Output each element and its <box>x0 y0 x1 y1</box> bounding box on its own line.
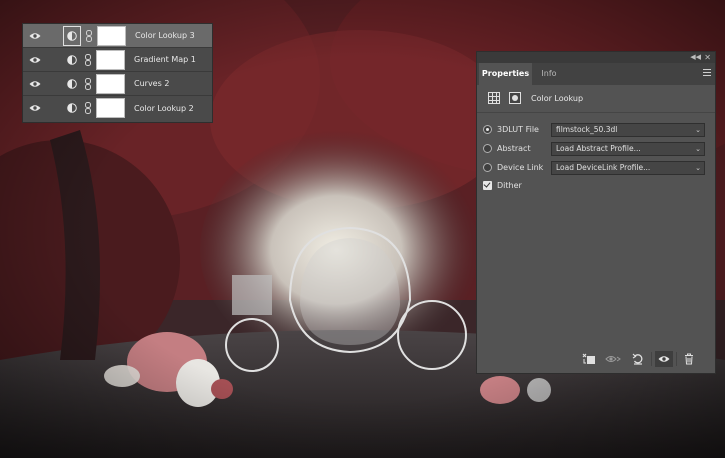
select-value: Load Abstract Profile... <box>556 144 641 153</box>
trash-icon[interactable] <box>680 351 698 367</box>
tab-bar: Properties Info <box>477 63 715 85</box>
visibility-eye-icon[interactable] <box>26 48 44 72</box>
option-label[interactable]: Dither <box>497 178 522 194</box>
chevron-down-icon: ⌄ <box>695 145 701 153</box>
adjustment-grid-icon[interactable] <box>488 92 500 104</box>
link-chain-icon[interactable] <box>83 53 93 66</box>
properties-panel: ◀◀ ✕ Properties Info Color Lookup 3DLUT … <box>476 51 716 374</box>
adjustment-circle-icon[interactable] <box>64 72 80 96</box>
radio-abstract[interactable] <box>483 144 492 153</box>
close-icon[interactable]: ✕ <box>704 52 711 63</box>
layers-panel: Color Lookup 3 Gradient Map 1 Curves 2 C… <box>22 23 213 123</box>
radio-3dlut-file[interactable] <box>483 125 492 134</box>
option-3dlut-file[interactable]: 3DLUT File filmstock_50.3dl ⌄ <box>483 122 709 138</box>
chevron-down-icon: ⌄ <box>695 126 701 134</box>
layer-row[interactable]: Color Lookup 2 <box>23 96 212 120</box>
adjustment-circle-icon[interactable] <box>63 25 81 46</box>
properties-title: Color Lookup <box>531 94 584 103</box>
adjustment-circle-icon[interactable] <box>64 48 80 72</box>
view-previous-state-icon[interactable] <box>604 351 622 367</box>
properties-bottom-bar <box>477 346 715 373</box>
option-abstract[interactable]: Abstract Load Abstract Profile... ⌄ <box>483 141 709 157</box>
select-value: Load DeviceLink Profile... <box>556 163 651 172</box>
layer-mask-thumbnail[interactable] <box>96 49 125 70</box>
option-label[interactable]: Abstract <box>497 141 531 157</box>
panel-menu-icon[interactable] <box>703 69 711 78</box>
mask-icon[interactable] <box>509 92 521 104</box>
visibility-eye-icon[interactable] <box>26 72 44 96</box>
tab-properties[interactable]: Properties <box>479 63 532 85</box>
panel-title-bar[interactable]: ◀◀ ✕ <box>477 52 715 63</box>
visibility-eye-icon[interactable] <box>26 96 44 120</box>
reset-icon[interactable] <box>629 351 647 367</box>
layer-name[interactable]: Gradient Map 1 <box>134 55 196 64</box>
collapse-panel-icon[interactable]: ◀◀ <box>690 52 701 63</box>
properties-header: Color Lookup <box>477 85 715 113</box>
layer-row[interactable]: Gradient Map 1 <box>23 48 212 72</box>
radio-device-link[interactable] <box>483 163 492 172</box>
layer-mask-thumbnail[interactable] <box>96 98 125 118</box>
abstract-profile-select[interactable]: Load Abstract Profile... ⌄ <box>551 142 705 156</box>
tab-info[interactable]: Info <box>534 63 564 85</box>
layer-mask-thumbnail[interactable] <box>97 25 126 46</box>
layer-name[interactable]: Color Lookup 2 <box>134 104 194 113</box>
link-chain-icon[interactable] <box>84 29 94 42</box>
select-value: filmstock_50.3dl <box>556 125 618 134</box>
option-label[interactable]: Device Link <box>497 160 543 176</box>
chevron-down-icon: ⌄ <box>695 164 701 172</box>
layer-mask-thumbnail[interactable] <box>96 73 125 94</box>
dither-checkbox[interactable] <box>483 181 492 190</box>
visibility-eye-icon[interactable] <box>26 24 44 48</box>
link-chain-icon[interactable] <box>83 102 93 114</box>
3dlut-file-select[interactable]: filmstock_50.3dl ⌄ <box>551 123 705 137</box>
clip-to-layer-icon[interactable] <box>580 351 598 367</box>
layer-name[interactable]: Curves 2 <box>134 79 169 88</box>
option-label[interactable]: 3DLUT File <box>497 122 539 138</box>
layer-name[interactable]: Color Lookup 3 <box>135 31 195 40</box>
option-device-link[interactable]: Device Link Load DeviceLink Profile... ⌄ <box>483 160 709 176</box>
layer-row[interactable]: Color Lookup 3 <box>23 24 212 48</box>
layer-row[interactable]: Curves 2 <box>23 72 212 96</box>
link-chain-icon[interactable] <box>83 77 93 90</box>
option-dither[interactable]: Dither <box>483 178 709 194</box>
devicelink-profile-select[interactable]: Load DeviceLink Profile... ⌄ <box>551 161 705 175</box>
visibility-eye-icon[interactable] <box>655 351 673 367</box>
adjustment-circle-icon[interactable] <box>64 96 80 120</box>
